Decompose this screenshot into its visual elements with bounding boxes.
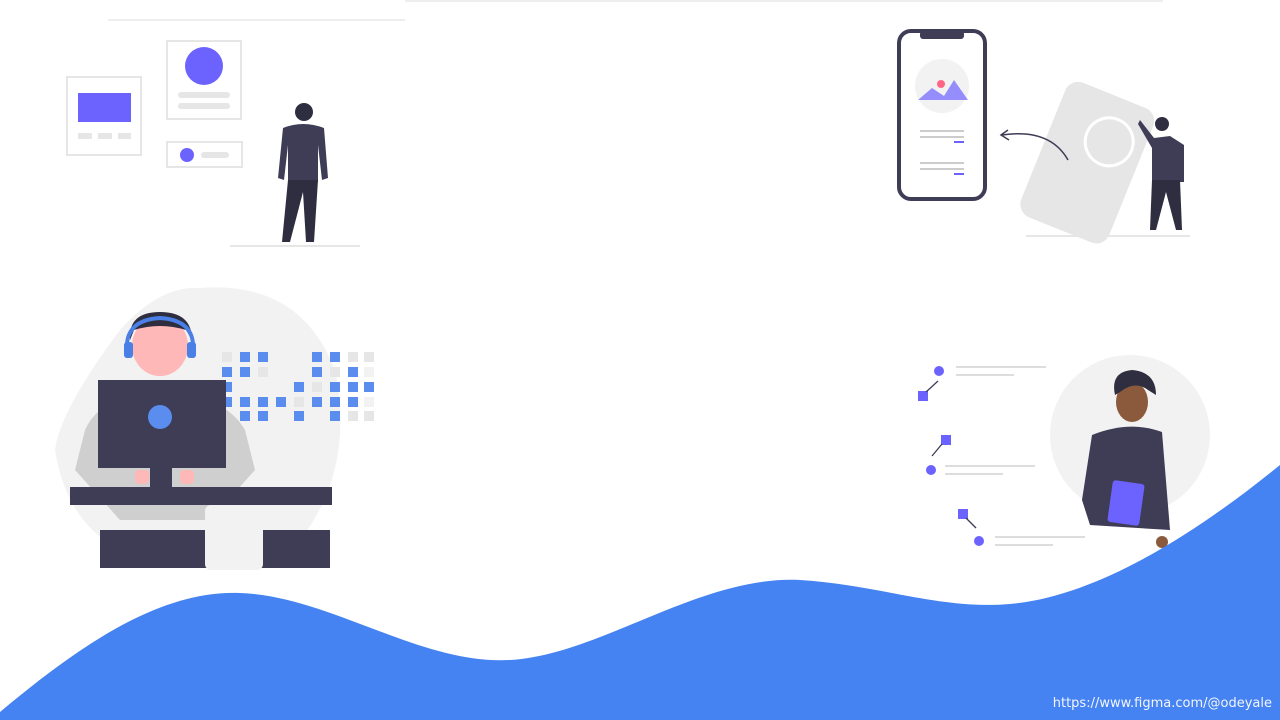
slide-illustrations <box>0 0 1280 720</box>
wireframe-illustration <box>66 40 360 247</box>
support-agent-illustration <box>55 287 374 570</box>
phone-illustration <box>897 29 1190 244</box>
workflow-illustration <box>918 355 1210 548</box>
figma-credit-link[interactable]: https://www.figma.com/@odeyale <box>1053 696 1272 711</box>
